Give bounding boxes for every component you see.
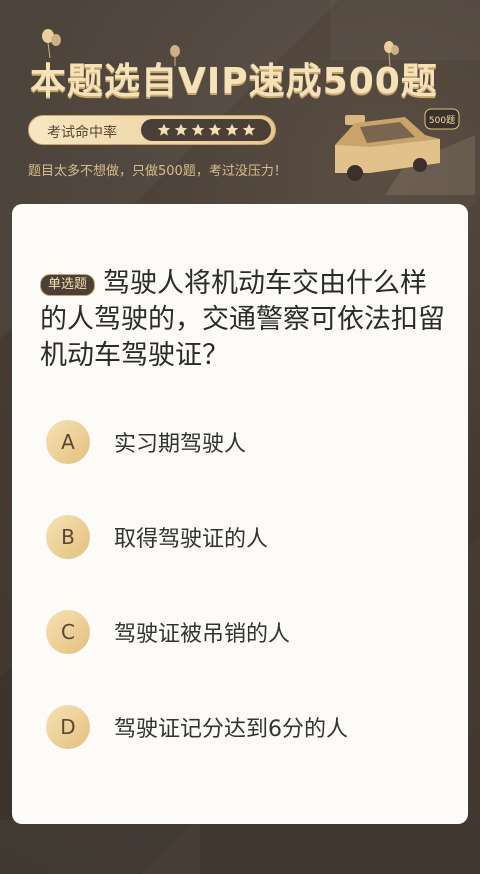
option-letter: A — [46, 420, 90, 464]
star-icon — [208, 123, 221, 136]
question-type-badge: 单选题 — [40, 274, 96, 296]
option-letter: C — [46, 610, 90, 654]
star-icon — [225, 123, 238, 136]
question-block: 单选题 驾驶人将机动车交由什么样的人驾驶的，交通警察可依法扣留机动车驾驶证？ — [40, 266, 452, 374]
option-text: 取得驾驶证的人 — [114, 527, 269, 552]
car-badge-text: 500题 — [429, 115, 455, 126]
promo-header: 本题选自VIP速成500题 考试命中率 题目太多不想做，只做500题，考过没压力… — [0, 0, 480, 210]
star-rating — [141, 119, 271, 141]
promo-subtitle: 题目太多不想做，只做500题，考过没压力！ — [28, 164, 287, 179]
star-icon — [157, 123, 170, 136]
option-b[interactable]: B 取得驾驶证的人 — [46, 513, 446, 561]
option-letter: B — [46, 515, 90, 559]
option-a[interactable]: A 实习期驾驶人 — [46, 418, 446, 466]
option-text: 驾驶证被吊销的人 — [114, 622, 291, 647]
hit-rate-pill: 考试命中率 — [28, 115, 276, 145]
option-c[interactable]: C 驾驶证被吊销的人 — [46, 608, 446, 656]
star-icon — [191, 123, 204, 136]
hit-rate-label: 考试命中率 — [47, 125, 117, 141]
option-text: 驾驶证记分达到6分的人 — [114, 717, 348, 742]
option-letter: D — [46, 705, 90, 749]
background-shape — [0, 820, 200, 874]
taxi-car-icon: 500题 — [335, 108, 475, 195]
question-text: 驾驶人将机动车交由什么样的人驾驶的，交通警察可依法扣留机动车驾驶证？ — [40, 268, 445, 371]
option-d[interactable]: D 驾驶证记分达到6分的人 — [46, 703, 446, 751]
star-icon — [174, 123, 187, 136]
question-card: 单选题 驾驶人将机动车交由什么样的人驾驶的，交通警察可依法扣留机动车驾驶证？ A … — [12, 204, 468, 824]
option-text: 实习期驾驶人 — [114, 432, 247, 457]
star-icon — [242, 123, 255, 136]
